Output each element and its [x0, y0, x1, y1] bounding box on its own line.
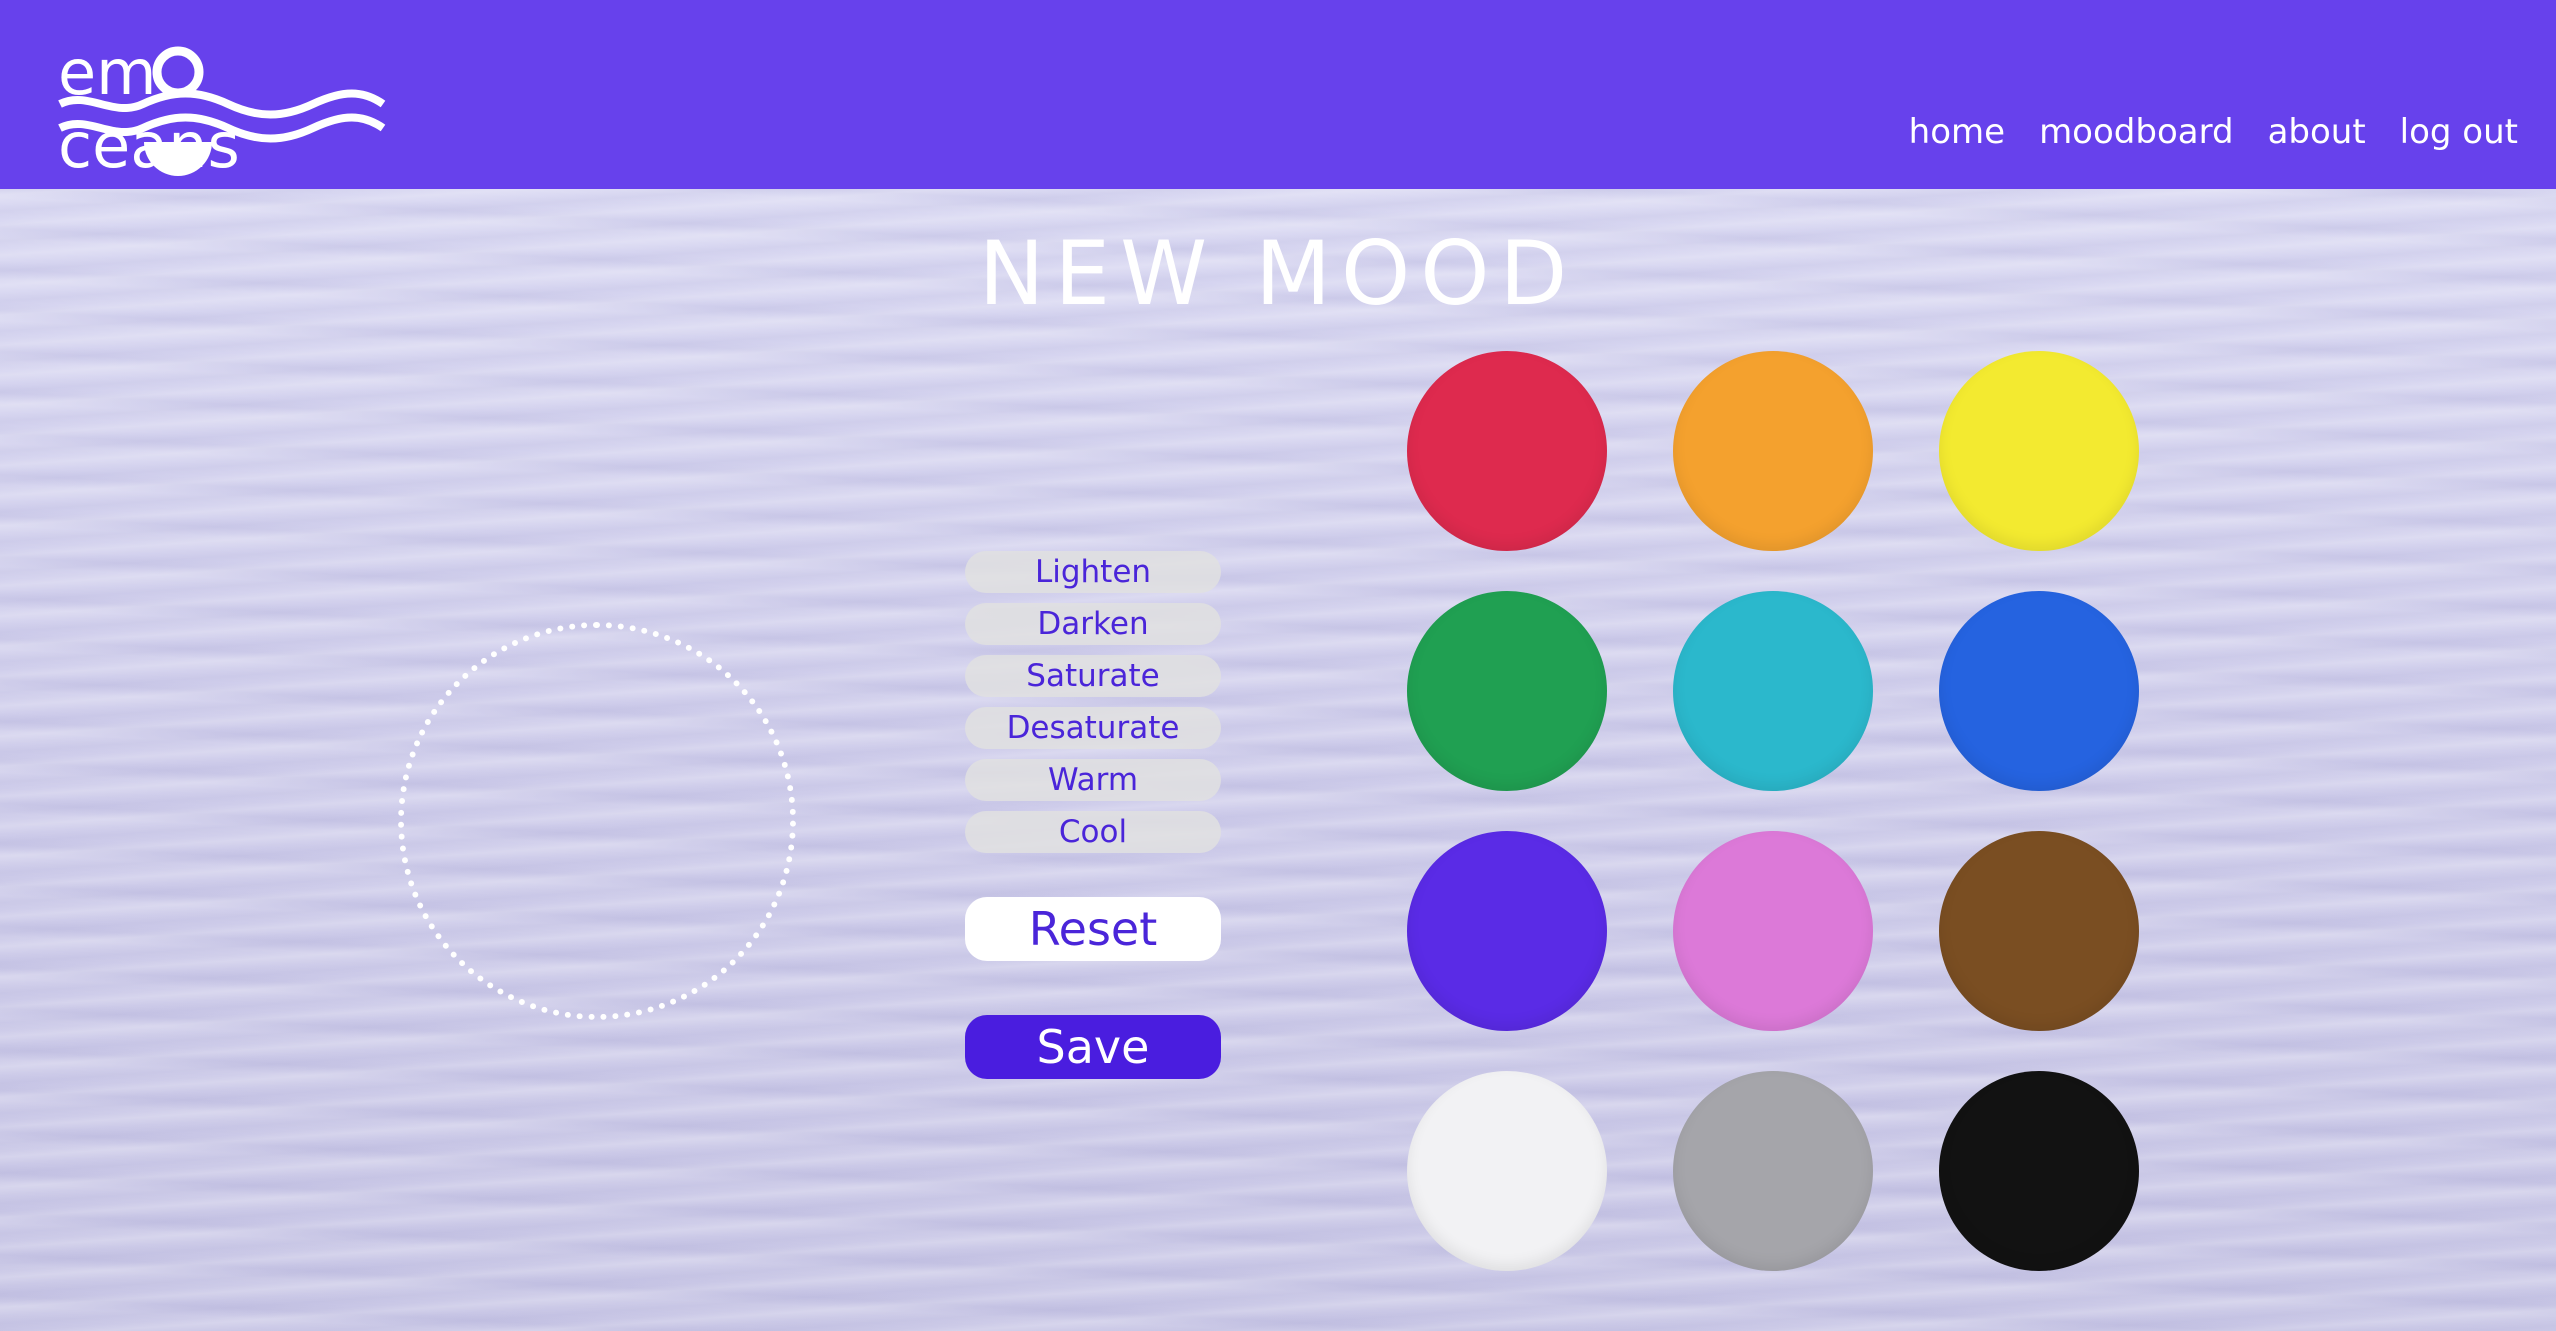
lighten-button[interactable]: Lighten [965, 551, 1221, 593]
warm-button[interactable]: Warm [965, 759, 1221, 801]
nav-moodboard[interactable]: moodboard [2039, 112, 2234, 152]
saturate-button[interactable]: Saturate [965, 655, 1221, 697]
main-nav: home moodboard about log out [1909, 112, 2518, 152]
swatch-yellow[interactable] [1939, 351, 2139, 551]
swatch-cyan[interactable] [1673, 591, 1873, 791]
swatch-orange[interactable] [1673, 351, 1873, 551]
adjustment-controls: Lighten Darken Saturate Desaturate Warm … [965, 551, 1221, 863]
swatch-red[interactable] [1407, 351, 1607, 551]
darken-button[interactable]: Darken [965, 603, 1221, 645]
nav-about[interactable]: about [2268, 112, 2366, 152]
swatch-brown[interactable] [1939, 831, 2139, 1031]
swatch-purple[interactable] [1407, 831, 1607, 1031]
emoceans-logo[interactable]: emOceans emceans [58, 22, 388, 182]
logo-lettering: emceans [58, 36, 240, 182]
top-header: emOceans emceans home moodboard about lo… [0, 0, 2556, 189]
page-title: NEW MOOD [978, 222, 1578, 325]
nav-log-out[interactable]: log out [2400, 112, 2518, 152]
mood-preview-circle[interactable] [398, 622, 796, 1020]
reset-button[interactable]: Reset [965, 897, 1221, 961]
swatch-green[interactable] [1407, 591, 1607, 791]
swatch-pink[interactable] [1673, 831, 1873, 1031]
swatch-gray[interactable] [1673, 1071, 1873, 1271]
swatch-black[interactable] [1939, 1071, 2139, 1271]
nav-home[interactable]: home [1909, 112, 2005, 152]
save-button[interactable]: Save [965, 1015, 1221, 1079]
desaturate-button[interactable]: Desaturate [965, 707, 1221, 749]
color-palette [1407, 351, 2139, 1273]
swatch-blue[interactable] [1939, 591, 2139, 791]
water-background [0, 189, 2556, 1331]
cool-button[interactable]: Cool [965, 811, 1221, 853]
swatch-white[interactable] [1407, 1071, 1607, 1271]
